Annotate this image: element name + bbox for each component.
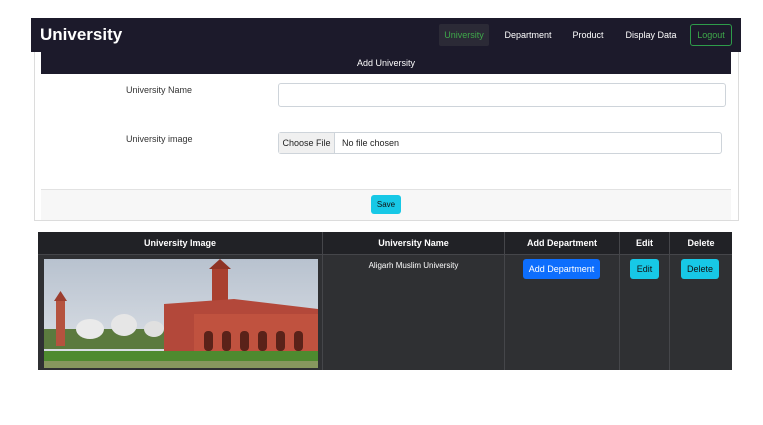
column-divider [669, 232, 670, 370]
navbar: University University Department Product… [31, 18, 741, 52]
university-table: University Image University Name Add Dep… [38, 232, 732, 370]
add-department-button[interactable]: Add Department [523, 259, 600, 279]
delete-button[interactable]: Delete [681, 259, 719, 279]
header-edit: Edit [620, 232, 669, 254]
header-divider [38, 254, 732, 255]
header-add-department: Add Department [505, 232, 619, 254]
university-image [44, 259, 318, 368]
column-divider [619, 232, 620, 370]
brand-title[interactable]: University [40, 24, 122, 46]
column-divider [322, 232, 323, 370]
nav-product[interactable]: Product [567, 24, 609, 46]
file-status-text: No file chosen [342, 138, 400, 148]
form-footer: Save [41, 189, 731, 220]
header-delete: Delete [670, 232, 732, 254]
nav-display-data[interactable]: Display Data [620, 24, 682, 46]
university-name-label: University Name [126, 85, 193, 95]
university-image-label: University image [126, 134, 193, 144]
university-name-cell: Aligarh Muslim University [368, 261, 459, 270]
university-image-file-input[interactable]: Choose File No file chosen [278, 132, 722, 154]
nav-department[interactable]: Department [499, 24, 557, 46]
choose-file-button[interactable]: Choose File [279, 133, 335, 153]
header-university-name: University Name [323, 232, 504, 254]
edit-button[interactable]: Edit [630, 259, 659, 279]
header-university-image: University Image [38, 232, 322, 254]
form-header: Add University [41, 52, 731, 74]
logout-button[interactable]: Logout [690, 24, 732, 46]
nav-university[interactable]: University [439, 24, 489, 46]
university-name-input[interactable] [278, 83, 726, 107]
column-divider [504, 232, 505, 370]
add-university-card: Add University University Name Universit… [34, 52, 739, 221]
save-button[interactable]: Save [371, 195, 401, 214]
